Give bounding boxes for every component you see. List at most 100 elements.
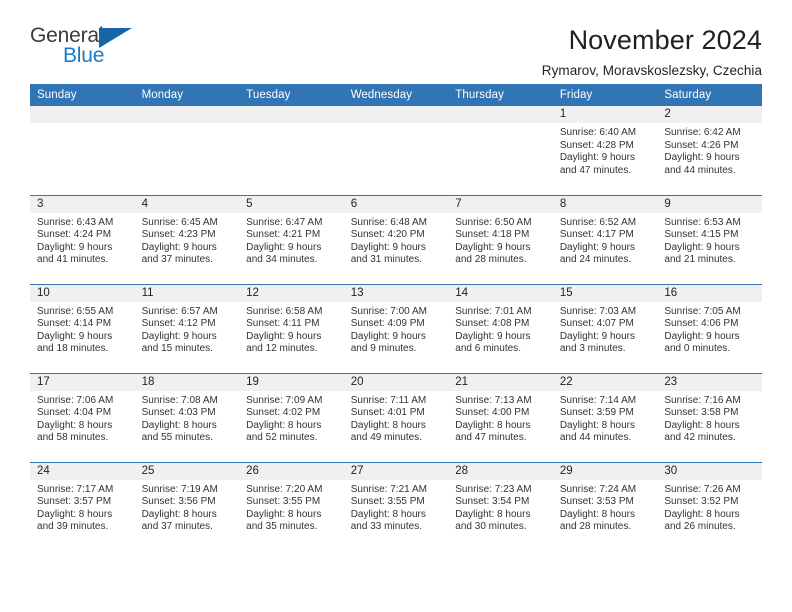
day-cell[interactable]: 19 Sunrise: 7:09 AM Sunset: 4:02 PM Dayligh… (239, 372, 344, 462)
sun-times: Sunrise: 7:20 AM Sunset: 3:55 PM Daylight:… (239, 480, 344, 534)
daylight-duration-line1: Daylight: 9 hours (664, 152, 740, 164)
day-cell[interactable]: 20 Sunrise: 7:11 AM Sunset: 4:01 PM Dayligh… (343, 372, 449, 462)
day-cell[interactable]: 5 Sunrise: 6:47 AM Sunset: 4:21 PM Daylight… (239, 194, 344, 284)
sun-times: Sunrise: 7:13 AM Sunset: 4:00 PM Daylight:… (448, 391, 553, 445)
sunset-time: Sunset: 4:01 PM (350, 407, 425, 419)
daylight-duration-line2: and 6 minutes. (455, 343, 521, 355)
sun-times: Sunrise: 7:08 AM Sunset: 4:03 PM Daylight:… (135, 391, 240, 445)
day-number: 18 (134, 373, 240, 391)
day-cell[interactable]: 10 Sunrise: 6:55 AM Sunset: 4:14 PM Dayligh… (30, 283, 135, 373)
day-cell[interactable]: 15 Sunrise: 7:03 AM Sunset: 4:07 PM Dayligh… (552, 283, 658, 373)
calendar-week-row: 3 Sunrise: 6:43 AM Sunset: 4:24 PM Daylight… (30, 194, 762, 284)
day-cell[interactable]: 4 Sunrise: 6:45 AM Sunset: 4:23 PM Daylight… (134, 194, 240, 284)
day-cell[interactable]: 17 Sunrise: 7:06 AM Sunset: 4:04 PM Dayligh… (30, 372, 135, 462)
sunset-time: Sunset: 4:18 PM (455, 229, 530, 241)
daylight-duration-line1: Daylight: 9 hours (141, 241, 217, 253)
sun-times: Sunrise: 6:52 AM Sunset: 4:17 PM Daylight:… (553, 213, 658, 267)
daylight-duration-line1: Daylight: 8 hours (246, 419, 322, 431)
day-cell-content: 22 Sunrise: 7:14 AM Sunset: 3:59 PM Dayligh… (552, 373, 658, 462)
day-cell[interactable]: 30 Sunrise: 7:26 AM Sunset: 3:52 PM Dayligh… (657, 461, 762, 551)
day-cell[interactable]: 29 Sunrise: 7:24 AM Sunset: 3:53 PM Dayligh… (552, 461, 658, 551)
day-cell[interactable]: 2 Sunrise: 6:42 AM Sunset: 4:26 PM Daylight… (657, 106, 762, 195)
sunrise-time: Sunrise: 6:47 AM (246, 216, 323, 228)
day-cell[interactable]: 8 Sunrise: 6:52 AM Sunset: 4:17 PM Daylight… (552, 194, 658, 284)
day-cell-content: 28 Sunrise: 7:23 AM Sunset: 3:54 PM Dayligh… (448, 462, 553, 551)
sunset-time: Sunset: 4:09 PM (350, 318, 425, 330)
sun-times: Sunrise: 7:24 AM Sunset: 3:53 PM Daylight:… (553, 480, 658, 534)
day-cell-content: 29 Sunrise: 7:24 AM Sunset: 3:53 PM Dayligh… (552, 462, 658, 551)
day-cell[interactable]: 6 Sunrise: 6:48 AM Sunset: 4:20 PM Daylight… (343, 194, 449, 284)
day-cell[interactable]: 22 Sunrise: 7:14 AM Sunset: 3:59 PM Dayligh… (552, 372, 658, 462)
day-cell-content: 18 Sunrise: 7:08 AM Sunset: 4:03 PM Dayligh… (134, 373, 240, 462)
daylight-duration-line2: and 24 minutes. (559, 254, 632, 266)
day-cell[interactable]: 9 Sunrise: 6:53 AM Sunset: 4:15 PM Daylight… (657, 194, 762, 284)
general-blue-logo[interactable]: General Blue (30, 24, 180, 72)
sun-times: Sunrise: 7:26 AM Sunset: 3:52 PM Daylight:… (657, 480, 762, 534)
sunrise-time: Sunrise: 6:45 AM (141, 216, 218, 228)
daylight-duration-line1: Daylight: 9 hours (246, 330, 322, 342)
day-number: 6 (343, 195, 449, 213)
sun-times: Sunrise: 6:58 AM Sunset: 4:11 PM Daylight:… (239, 302, 344, 356)
sun-times: Sunrise: 6:48 AM Sunset: 4:20 PM Daylight:… (344, 213, 449, 267)
sunrise-time: Sunrise: 6:53 AM (664, 216, 741, 228)
day-cell[interactable]: 14 Sunrise: 7:01 AM Sunset: 4:08 PM Dayligh… (448, 283, 553, 373)
daylight-duration-line2: and 0 minutes. (664, 343, 731, 355)
daylight-duration-line2: and 35 minutes. (246, 521, 318, 533)
sun-times: Sunrise: 6:45 AM Sunset: 4:23 PM Daylight:… (135, 213, 240, 267)
sunrise-time: Sunrise: 7:03 AM (559, 305, 637, 317)
day-number (448, 106, 553, 123)
weekday-header-tuesday: Tuesday (239, 84, 344, 106)
daylight-duration-line2: and 41 minutes. (37, 254, 109, 266)
calendar-week-row: 1 Sunrise: 6:40 AM Sunset: 4:28 PM Daylight… (30, 106, 762, 195)
weekday-header-sunday: Sunday (30, 84, 135, 106)
day-number: 3 (30, 195, 135, 213)
sunset-time: Sunset: 4:00 PM (455, 407, 530, 419)
day-cell[interactable]: 16 Sunrise: 7:05 AM Sunset: 4:06 PM Dayligh… (657, 283, 762, 373)
day-cell[interactable]: 13 Sunrise: 7:00 AM Sunset: 4:09 PM Dayligh… (343, 283, 449, 373)
daylight-duration-line1: Daylight: 9 hours (141, 330, 217, 342)
sun-times: Sunrise: 6:55 AM Sunset: 4:14 PM Daylight:… (30, 302, 135, 356)
day-number: 12 (239, 284, 344, 302)
day-cell-content (448, 106, 553, 194)
daylight-duration-line1: Daylight: 9 hours (350, 330, 426, 342)
day-cell[interactable]: 24 Sunrise: 7:17 AM Sunset: 3:57 PM Dayligh… (30, 461, 135, 551)
sunrise-time: Sunrise: 7:06 AM (37, 394, 114, 406)
day-cell-content: 30 Sunrise: 7:26 AM Sunset: 3:52 PM Dayligh… (657, 462, 762, 551)
day-cell[interactable]: 28 Sunrise: 7:23 AM Sunset: 3:54 PM Dayligh… (448, 461, 553, 551)
day-cell[interactable]: 27 Sunrise: 7:21 AM Sunset: 3:55 PM Dayligh… (343, 461, 449, 551)
day-cell[interactable]: 18 Sunrise: 7:08 AM Sunset: 4:03 PM Dayligh… (134, 372, 240, 462)
daylight-duration-line1: Daylight: 9 hours (455, 330, 531, 342)
day-cell[interactable]: 11 Sunrise: 6:57 AM Sunset: 4:12 PM Dayligh… (134, 283, 240, 373)
day-number: 20 (343, 373, 449, 391)
day-number: 27 (343, 462, 449, 480)
sunrise-time: Sunrise: 7:09 AM (246, 394, 323, 406)
weekday-header-friday: Friday (552, 84, 658, 106)
day-cell-content: 1 Sunrise: 6:40 AM Sunset: 4:28 PM Daylight… (552, 106, 658, 194)
daylight-duration-line2: and 18 minutes. (37, 343, 109, 355)
day-cell[interactable]: 26 Sunrise: 7:20 AM Sunset: 3:55 PM Dayligh… (239, 461, 344, 551)
day-cell-content (134, 106, 240, 194)
daylight-duration-line2: and 44 minutes. (664, 164, 736, 176)
daylight-duration-line2: and 31 minutes. (350, 254, 422, 266)
day-cell[interactable]: 25 Sunrise: 7:19 AM Sunset: 3:56 PM Dayligh… (134, 461, 240, 551)
sunset-time: Sunset: 4:28 PM (559, 139, 634, 151)
day-cell[interactable]: 1 Sunrise: 6:40 AM Sunset: 4:28 PM Daylight… (552, 106, 658, 195)
daylight-duration-line2: and 37 minutes. (141, 521, 213, 533)
daylight-duration-line2: and 3 minutes. (559, 343, 626, 355)
day-cell[interactable]: 7 Sunrise: 6:50 AM Sunset: 4:18 PM Daylight… (448, 194, 553, 284)
day-cell-empty (448, 106, 553, 195)
day-cell[interactable]: 12 Sunrise: 6:58 AM Sunset: 4:11 PM Dayligh… (239, 283, 344, 373)
day-cell[interactable]: 3 Sunrise: 6:43 AM Sunset: 4:24 PM Daylight… (30, 194, 135, 284)
day-cell[interactable]: 21 Sunrise: 7:13 AM Sunset: 4:00 PM Dayligh… (448, 372, 553, 462)
day-cell-content (239, 106, 344, 194)
daylight-duration-line1: Daylight: 9 hours (350, 241, 426, 253)
weekday-header-wednesday: Wednesday (343, 84, 449, 106)
day-number: 14 (448, 284, 553, 302)
daylight-duration-line1: Daylight: 9 hours (664, 241, 740, 253)
daylight-duration-line1: Daylight: 9 hours (664, 330, 740, 342)
daylight-duration-line1: Daylight: 9 hours (559, 152, 636, 164)
day-number: 29 (552, 462, 658, 480)
day-cell-content: 25 Sunrise: 7:19 AM Sunset: 3:56 PM Dayligh… (134, 462, 240, 551)
day-cell[interactable]: 23 Sunrise: 7:16 AM Sunset: 3:58 PM Dayligh… (657, 372, 762, 462)
calendar-grid: Sunday Monday Tuesday Wednesday Thursday… (30, 84, 762, 551)
